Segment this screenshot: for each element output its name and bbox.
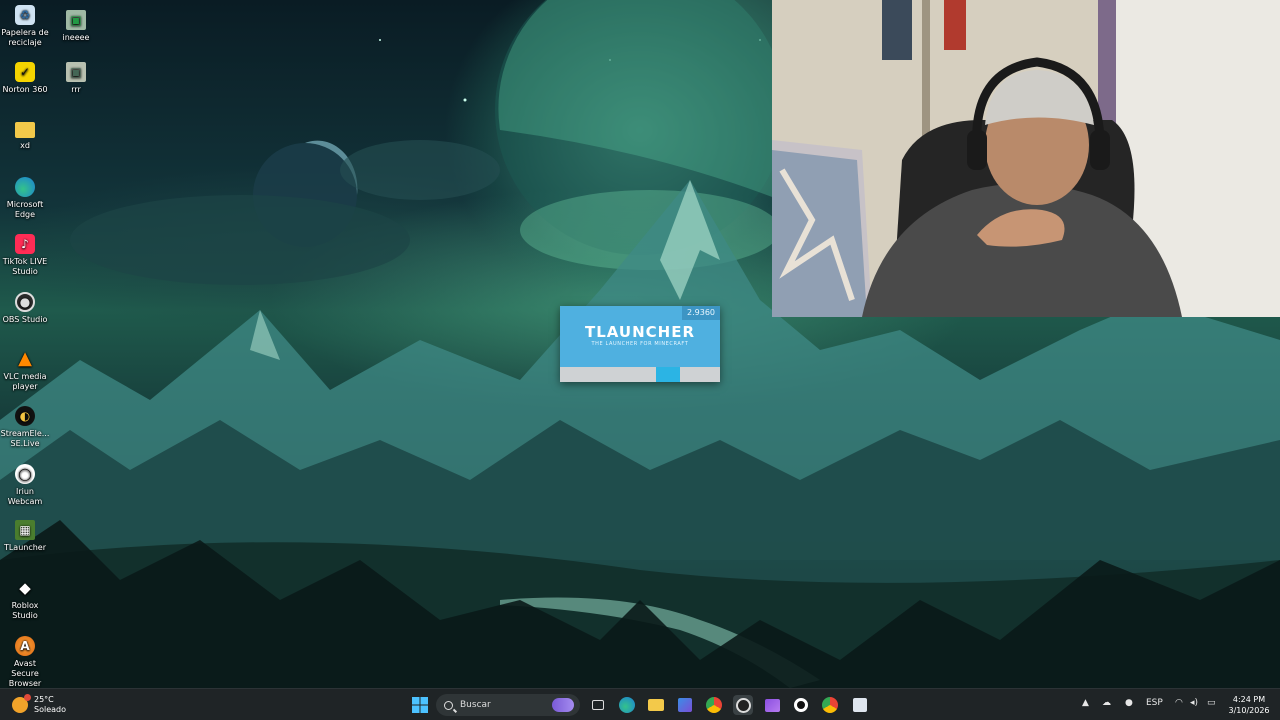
- streamelements-icon: ◐: [15, 406, 35, 426]
- desktop-icon-iriun[interactable]: ◯ Iriun Webcam: [0, 464, 50, 507]
- desktop-icon-label: StreamEle... SE.Live: [0, 429, 50, 448]
- taskbar-chrome-1[interactable]: [704, 695, 724, 715]
- tray-overflow-icon[interactable]: ▲: [1082, 698, 1089, 708]
- obs-icon: [735, 697, 751, 713]
- desktop-icon-label: VLC media player: [3, 372, 47, 391]
- taskbar: 25°C Soleado ▲ ☁: [0, 688, 1280, 720]
- desktop-icon-label: TikTok LIVE Studio: [2, 257, 48, 276]
- tlauncher-progress-fill: [656, 367, 680, 382]
- search-icon: [444, 700, 453, 710]
- desktop-icon-rrr[interactable]: ▣ rrr: [51, 62, 101, 95]
- taskbar-tlauncher[interactable]: [850, 695, 870, 715]
- weather-temp: 25°C: [34, 695, 54, 704]
- weather-condition: Soleado: [34, 705, 66, 714]
- clock-time: 4:24 PM: [1232, 695, 1266, 704]
- tlauncher-progress-bar: [560, 367, 720, 382]
- webcam-overlay: [772, 0, 1280, 317]
- taskbar-edge[interactable]: [617, 695, 637, 715]
- microphone-icon[interactable]: ●: [1125, 698, 1133, 708]
- desktop-icon-roblox-studio[interactable]: ◆ Roblox Studio: [0, 578, 50, 621]
- taskbar-clock[interactable]: 4:24 PM 3/10/2026: [1228, 694, 1270, 716]
- tlauncher-subtitle: THE LAUNCHER FOR MINECRAFT: [591, 341, 689, 347]
- folder-icon: [15, 122, 35, 138]
- desktop-icon-tiktok-live[interactable]: ♪ TikTok LIVE Studio: [0, 234, 50, 277]
- chrome-icon: [822, 697, 838, 713]
- media-app-icon: [764, 698, 780, 712]
- desktop-icon-edge[interactable]: Microsoft Edge: [0, 177, 50, 220]
- edge-icon: [15, 177, 35, 197]
- avast-icon: A: [15, 636, 35, 656]
- language-indicator[interactable]: ESP: [1146, 698, 1163, 708]
- taskbar-file-explorer[interactable]: [646, 695, 666, 715]
- store-icon: [678, 698, 692, 712]
- wifi-icon[interactable]: ◠: [1175, 698, 1183, 708]
- desktop-icon-label: TLauncher: [3, 543, 47, 552]
- desktop-icon-label: Iriun Webcam: [7, 487, 43, 506]
- desktop-icon-norton[interactable]: ✓ Norton 360: [0, 62, 50, 95]
- roblox-icon: ◆: [19, 579, 31, 597]
- desktop-icon-obs[interactable]: ● OBS Studio: [0, 292, 50, 325]
- weather-widget[interactable]: 25°C Soleado: [12, 694, 66, 716]
- recycle-bin-icon: ♻: [15, 5, 35, 25]
- copilot-orb-icon: [552, 698, 574, 712]
- taskbar-iriun[interactable]: [791, 695, 811, 715]
- task-view-icon: [592, 700, 604, 710]
- tlauncher-version: 2.9360: [682, 306, 720, 320]
- search-input[interactable]: [460, 700, 550, 710]
- iriun-icon: [794, 698, 808, 712]
- desktop-icon-recycle-bin[interactable]: ♻ Papelera de reciclaje: [0, 5, 50, 48]
- desktop-icon-xd-folder[interactable]: xd: [0, 120, 50, 151]
- desktop-icon-streamelements[interactable]: ◐ StreamEle... SE.Live: [0, 406, 50, 449]
- desktop-icon-label: Roblox Studio: [11, 601, 39, 620]
- desktop-icon-ineeee[interactable]: ▣ ineeee: [51, 10, 101, 43]
- windows-icon: [412, 697, 428, 713]
- chrome-icon: [706, 697, 722, 713]
- tlauncher-icon: [853, 698, 867, 712]
- edge-icon: [619, 697, 635, 713]
- taskbar-search[interactable]: [436, 694, 580, 716]
- taskbar-chrome-2[interactable]: [820, 695, 840, 715]
- desktop-icon-label: Avast Secure Browser: [8, 659, 42, 688]
- desktop-icon-label: OBS Studio: [2, 315, 48, 324]
- tlauncher-icon: ▦: [15, 520, 35, 540]
- start-button[interactable]: [410, 695, 430, 715]
- taskbar-store[interactable]: [675, 695, 695, 715]
- clock-date: 3/10/2026: [1228, 706, 1270, 715]
- desktop-icon-label: ineeee: [62, 33, 90, 42]
- tlauncher-splash-window: 2.9360 TLAUNCHER THE LAUNCHER FOR MINECR…: [560, 306, 720, 382]
- desktop-icon-tlauncher[interactable]: ▦ TLauncher: [0, 520, 50, 553]
- desktop-icon-label: Norton 360: [2, 85, 48, 94]
- desktop-icon-label: rrr: [71, 85, 81, 94]
- sun-icon: [12, 694, 31, 713]
- desktop-icon-label: Papelera de reciclaje: [1, 28, 49, 47]
- vlc-icon: ▲: [18, 348, 32, 369]
- taskbar-obs[interactable]: [733, 695, 753, 715]
- folder-icon: [648, 699, 664, 711]
- webcam-feed: [772, 0, 1280, 317]
- tlauncher-title: TLAUNCHER: [584, 323, 696, 341]
- image-file-icon: ▣: [66, 10, 86, 30]
- desktop-icon-avast[interactable]: A Avast Secure Browser: [0, 636, 50, 689]
- desktop-icon-vlc[interactable]: ▲ VLC media player: [0, 349, 50, 392]
- battery-icon[interactable]: ▭: [1207, 698, 1216, 708]
- tiktok-icon: ♪: [15, 234, 35, 254]
- desktop-icon-label: Microsoft Edge: [6, 200, 44, 219]
- iriun-icon: ◯: [15, 464, 35, 484]
- volume-icon[interactable]: ◂): [1190, 698, 1198, 708]
- obs-icon: ●: [15, 292, 35, 312]
- weather-text: 25°C Soleado: [34, 695, 66, 715]
- task-view-button[interactable]: [588, 695, 608, 715]
- image-file-icon: ▣: [66, 62, 86, 82]
- norton-icon: ✓: [15, 62, 35, 82]
- desktop-icon-label: xd: [20, 141, 30, 150]
- onedrive-icon[interactable]: ☁: [1102, 698, 1111, 708]
- taskbar-media-app[interactable]: [762, 695, 782, 715]
